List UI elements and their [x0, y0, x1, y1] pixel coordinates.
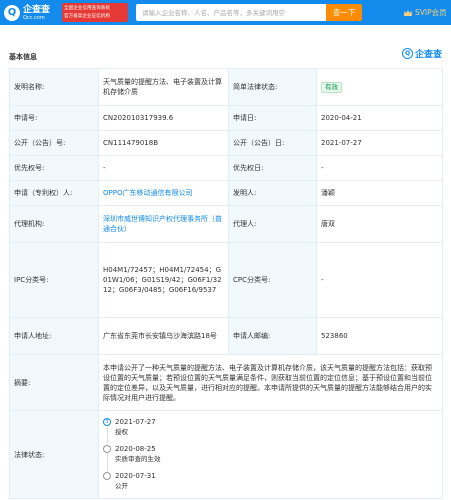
status-badge: 有效 — [321, 81, 342, 93]
search-input[interactable] — [136, 4, 326, 21]
credit-badge[interactable]: 全国企业信用查询系统 官方备案企业征信机构 — [62, 3, 128, 22]
field-label: 优先权号: — [9, 155, 99, 181]
agent: 唐双 — [316, 205, 443, 243]
timeline-event: 实质审查的生效 — [115, 454, 161, 463]
timeline-item: 3 2021-07-27 授权 — [103, 417, 438, 444]
field-label: 公开（公告）号: — [9, 130, 99, 156]
cpc-classification: - — [316, 242, 443, 318]
table-row: 法律状态: 3 2021-07-27 授权 2020-08-25 实质审查的生效 — [9, 410, 443, 499]
timeline-dot-icon: 3 — [103, 417, 111, 426]
badge-line-1: 全国企业信用查询系统 — [64, 5, 110, 11]
vip-label: SVIP会员 — [415, 8, 447, 17]
timeline-event: 公开 — [115, 481, 128, 490]
application-number: CN202010317939.6 — [98, 105, 229, 131]
timeline-date: 2020-08-25 — [115, 444, 156, 453]
table-row: 摘要: 本申请公开了一种天气质量的提醒方法、电子装置及计算机存储介质，该天气质量… — [9, 354, 443, 411]
applicant-postcode: 523860 — [316, 317, 443, 355]
timeline-dot-icon — [103, 471, 111, 480]
field-label: CPC分类号: — [228, 242, 317, 318]
logo-icon: Q — [4, 4, 20, 21]
table-row: 申请号: CN202010317939.6 申请日: 2020-04-21 — [9, 105, 443, 131]
logo-domain: Qcc.com — [23, 14, 45, 21]
table-row: 优先权号: - 优先权日: - — [9, 155, 443, 181]
brand-name: 企查查 — [415, 50, 443, 60]
inventor: 潘颖 — [316, 180, 443, 206]
timeline-connector — [106, 453, 108, 471]
timeline-item: 2020-08-25 实质审查的生效 — [103, 444, 438, 471]
field-label: 公开（公告）日: — [228, 130, 317, 156]
field-label: 简单法律状态: — [228, 68, 317, 106]
logo-name: 企查查 — [23, 4, 51, 15]
priority-date: - — [316, 155, 443, 181]
field-label: IPC分类号: — [9, 242, 99, 318]
applicant-cell: OPPO广东移动通信有限公司 — [98, 180, 229, 206]
timeline-date: 2020-07-31 — [115, 471, 156, 480]
applicant-address: 广东省东莞市长安镇乌沙海滨路18号 — [98, 317, 229, 355]
legal-timeline: 3 2021-07-27 授权 2020-08-25 实质审查的生效 2020-… — [103, 415, 438, 495]
field-label: 申请号: — [9, 105, 99, 131]
field-label: 申请（专利权）人: — [9, 180, 99, 206]
table-row: 代理机构: 深圳市威世博知识产权代理事务所（普通合伙） 代理人: 唐双 — [9, 205, 443, 243]
logo-text: 企查查 Qcc.com — [23, 5, 50, 21]
top-header: Q 企查查 Qcc.com 全国企业信用查询系统 官方备案企业征信机构 查一下 … — [0, 0, 451, 25]
timeline-dot-icon — [103, 444, 111, 453]
timeline-date: 2021-07-27 — [115, 417, 156, 426]
publication-date: 2021-07-27 — [316, 130, 443, 156]
table-row: 公开（公告）号: CN111479018B 公开（公告）日: 2021-07-2… — [9, 130, 443, 156]
table-row: 发明名称: 天气质量的提醒方法、电子装置及计算机存储介质 简单法律状态: 有效 — [9, 68, 443, 106]
invention-title: 天气质量的提醒方法、电子装置及计算机存储介质 — [98, 68, 229, 106]
field-label: 申请人地址: — [9, 317, 99, 355]
table-row: 申请（专利权）人: OPPO广东移动通信有限公司 发明人: 潘颖 — [9, 180, 443, 206]
logo[interactable]: Q 企查查 Qcc.com — [4, 3, 50, 22]
field-label: 代理人: — [228, 205, 317, 243]
patent-info-table: 发明名称: 天气质量的提醒方法、电子装置及计算机存储介质 简单法律状态: 有效 … — [9, 68, 443, 499]
search-button[interactable]: 查一下 — [326, 4, 362, 21]
field-label: 法律状态: — [9, 410, 99, 499]
abstract-text: 本申请公开了一种天气质量的提醒方法、电子装置及计算机存储介质，该天气质量的提醒方… — [98, 354, 443, 411]
crown-icon — [404, 9, 412, 16]
timeline-connector — [106, 426, 108, 444]
table-row: 申请人地址: 广东省东莞市长安镇乌沙海滨路18号 申请人邮编: 523860 — [9, 317, 443, 355]
field-label: 发明人: — [228, 180, 317, 206]
field-label: 代理机构: — [9, 205, 99, 243]
status-cell: 有效 — [316, 68, 443, 106]
field-label: 发明名称: — [9, 68, 99, 106]
field-label: 申请人邮编: — [228, 317, 317, 355]
brand-mark: Q 企查查 — [402, 47, 442, 60]
agency-cell: 深圳市威世博知识产权代理事务所（普通合伙） — [98, 205, 229, 243]
section-title: 基本信息 — [9, 53, 37, 61]
timeline-item: 2020-07-31 公开 — [103, 471, 438, 493]
field-label: 优先权日: — [228, 155, 317, 181]
agency-link[interactable]: 深圳市威世博知识产权代理事务所（普通合伙） — [103, 215, 222, 233]
priority-number: - — [98, 155, 229, 181]
field-label: 摘要: — [9, 354, 99, 411]
application-date: 2020-04-21 — [316, 105, 443, 131]
legal-status-cell: 3 2021-07-27 授权 2020-08-25 实质审查的生效 2020-… — [98, 410, 443, 499]
timeline-event: 授权 — [115, 427, 128, 436]
brand-logo-icon: Q — [402, 48, 413, 59]
publication-number: CN111479018B — [98, 130, 229, 156]
vip-link[interactable]: SVIP会员 — [403, 7, 447, 18]
field-label: 申请日: — [228, 105, 317, 131]
badge-line-2: 官方备案企业征信机构 — [64, 13, 110, 19]
table-row: IPC分类号: H04M1/72457；H04M1/72454；G01W1/06… — [9, 242, 443, 318]
applicant-link[interactable]: OPPO广东移动通信有限公司 — [103, 189, 192, 197]
ipc-classification: H04M1/72457；H04M1/72454；G01W1/06；G01S19/… — [98, 242, 229, 318]
